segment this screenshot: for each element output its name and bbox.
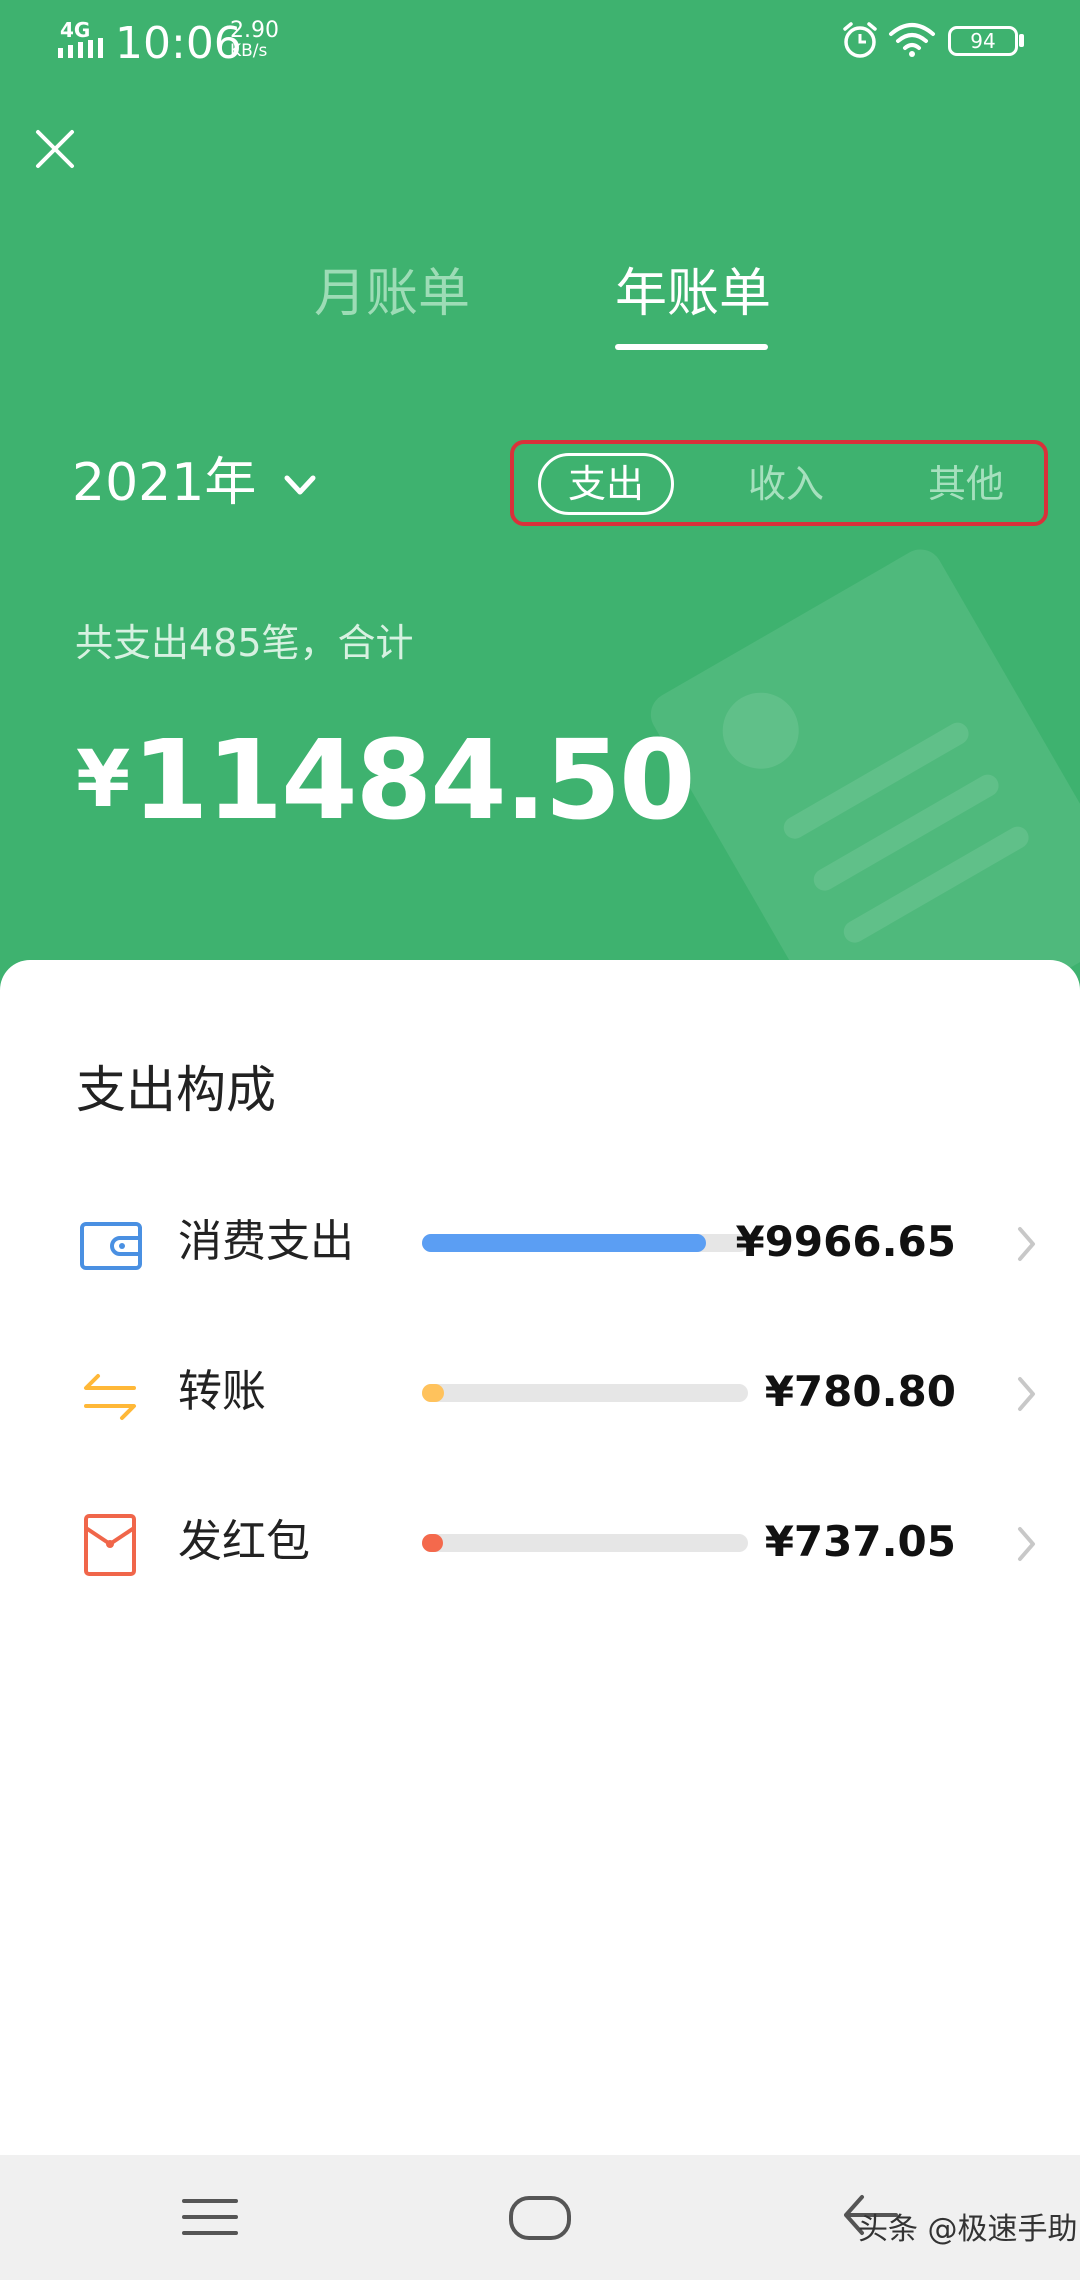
row-amount: ¥780.80: [764, 1367, 956, 1416]
wifi-icon: [889, 23, 935, 57]
breakdown-row-transfer[interactable]: 转账 ¥780.80: [0, 1350, 1080, 1470]
progress-fill: [422, 1234, 706, 1252]
row-label: 发红包: [178, 1516, 310, 1567]
row-amount: ¥737.05: [764, 1517, 956, 1566]
chevron-right-icon: [1018, 1227, 1035, 1261]
status-time: 10:06: [115, 18, 242, 69]
row-label: 消费支出: [178, 1216, 354, 1267]
year-selector[interactable]: 2021年: [72, 448, 317, 518]
progress-fill: [422, 1534, 443, 1552]
transfer-arrows-icon: [84, 1374, 136, 1420]
progress-fill: [422, 1384, 444, 1402]
total-amount: 11484.50: [132, 716, 696, 844]
battery-icon: 94: [948, 26, 1018, 56]
breakdown-row-consumption[interactable]: 消费支出 ¥9966.65: [0, 1200, 1080, 1320]
year-label: 2021年: [72, 453, 257, 513]
segment-expense[interactable]: 支出: [538, 453, 674, 515]
progress-track: [422, 1534, 748, 1552]
menu-icon[interactable]: [182, 2197, 238, 2237]
breakdown-row-red-packet[interactable]: 发红包 ¥737.05: [0, 1500, 1080, 1620]
section-title: 支出构成: [76, 1061, 276, 1119]
segment-income[interactable]: 收入: [716, 453, 856, 515]
alarm-icon: [843, 22, 877, 58]
summary-text: 共支出485笔，合计: [75, 621, 414, 665]
progress-track: [422, 1234, 748, 1252]
chevron-right-icon: [1018, 1377, 1035, 1411]
header-panel: 4G 10:06 2.90 KB/s 94 月账单 年账单 2021年 支出 收…: [0, 0, 1080, 1000]
segment-other[interactable]: 其他: [896, 453, 1036, 515]
active-tab-indicator: [615, 344, 768, 350]
chevron-right-icon: [1018, 1527, 1035, 1561]
signal-icon: [58, 38, 103, 58]
network-speed: 2.90: [230, 18, 279, 43]
close-icon[interactable]: [30, 124, 80, 174]
progress-track: [422, 1384, 748, 1402]
battery-cap: [1019, 34, 1024, 47]
total-currency-symbol: ¥: [76, 735, 131, 825]
network-speed-unit: KB/s: [230, 41, 268, 61]
tab-yearly-bill[interactable]: 年账单: [615, 258, 771, 330]
chevron-down-icon: [284, 475, 316, 495]
home-icon[interactable]: [508, 2195, 572, 2241]
watermark-text: 头条 @极速手助: [858, 2212, 1078, 2247]
red-envelope-icon: [84, 1514, 136, 1576]
wallet-icon: [80, 1222, 142, 1270]
tab-monthly-bill[interactable]: 月账单: [314, 258, 470, 330]
row-amount: ¥9966.65: [735, 1217, 956, 1266]
row-label: 转账: [178, 1366, 266, 1417]
